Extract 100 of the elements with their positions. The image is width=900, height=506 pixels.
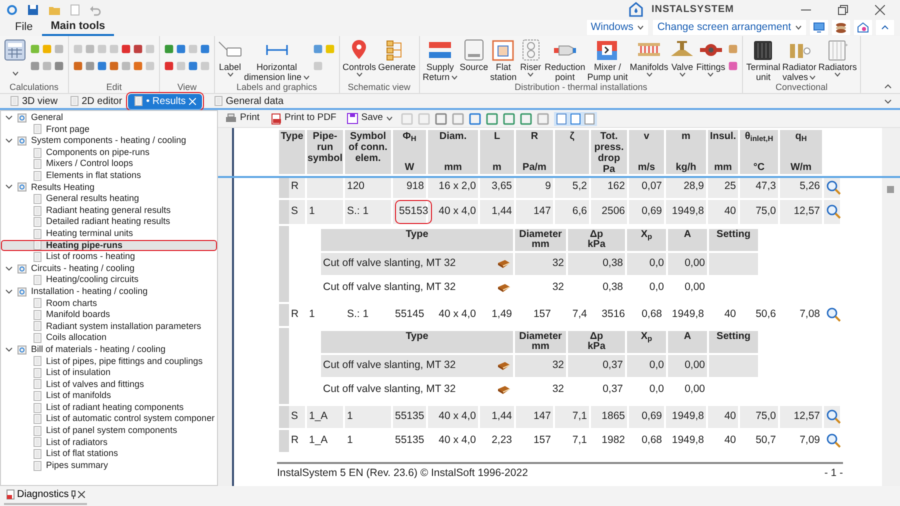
tree-item[interactable]: Elements in flat stations bbox=[1, 170, 217, 182]
page-icon bbox=[33, 426, 42, 436]
chevron-down-icon[interactable] bbox=[884, 98, 892, 104]
tree-item[interactable]: Bill of materials - heating / cooling bbox=[1, 344, 217, 356]
tool-button[interactable]: Terminal unit bbox=[745, 39, 782, 82]
tree-item[interactable]: Front page bbox=[1, 124, 217, 136]
tool-button[interactable]: Supply Return bbox=[422, 39, 459, 82]
tree-item[interactable]: General results heating bbox=[1, 193, 217, 205]
layers-button[interactable] bbox=[832, 20, 850, 35]
tree-item[interactable]: List of valves and fittings bbox=[1, 378, 217, 390]
table-cell-text: 7,4 bbox=[571, 306, 588, 322]
chevron-down-icon[interactable] bbox=[5, 114, 13, 122]
chevron-down-icon[interactable] bbox=[5, 288, 13, 296]
dropdown-button[interactable]: Windows bbox=[586, 20, 648, 35]
pdf-icon bbox=[270, 112, 282, 124]
table-cell: 0,69 bbox=[629, 200, 664, 224]
magnifier-icon[interactable] bbox=[826, 433, 841, 448]
house-drop-button[interactable] bbox=[854, 20, 872, 35]
cabinet-icon bbox=[462, 39, 486, 61]
undo-icon[interactable] bbox=[89, 4, 101, 16]
tree-item[interactable]: List of radiant heating components bbox=[1, 402, 217, 414]
tree-item[interactable]: List of manifolds bbox=[1, 390, 217, 402]
column-unit: m/s bbox=[638, 162, 656, 173]
tree-item[interactable]: Coils allocation bbox=[1, 332, 217, 344]
tool-button[interactable]: Reduction point bbox=[544, 39, 586, 82]
tree-item[interactable]: List of insulation bbox=[1, 367, 217, 379]
tree-item[interactable]: Radiant system installation parameters bbox=[1, 320, 217, 332]
tree-item[interactable]: Circuits - heating / cooling bbox=[1, 262, 217, 274]
tool-button[interactable]: Mixer / Pump unit bbox=[586, 39, 629, 82]
tree-item[interactable]: Heating terminal units bbox=[1, 228, 217, 240]
toolbar-button[interactable]: Print bbox=[222, 111, 263, 126]
tool-button[interactable]: Flat station bbox=[489, 39, 518, 82]
tool-button[interactable]: Radiators bbox=[817, 39, 858, 77]
tool-button[interactable]: Radiator valves bbox=[781, 39, 818, 82]
chevron-down-icon[interactable] bbox=[5, 264, 13, 273]
tree-item[interactable]: Components on pipe-runs bbox=[1, 146, 217, 158]
column-name: Diam. bbox=[439, 131, 467, 142]
magnifier-icon[interactable] bbox=[826, 409, 841, 424]
tree-item[interactable]: Heating/cooling circuits bbox=[1, 274, 217, 286]
document-tab[interactable]: 3D view bbox=[4, 94, 64, 108]
tree-item[interactable]: Detailed radiant heating results bbox=[1, 216, 217, 228]
magnifier-icon[interactable] bbox=[826, 204, 841, 220]
tree-item[interactable]: Mixers / Control loops bbox=[1, 158, 217, 170]
square-icon bbox=[73, 44, 83, 54]
column-name: Symbol of conn. elem. bbox=[348, 131, 388, 164]
tool-button[interactable]: Fittings bbox=[695, 39, 726, 77]
toolbar-button[interactable]: Save bbox=[344, 111, 396, 126]
tool-button[interactable]: Source bbox=[458, 39, 490, 72]
pin-icon[interactable] bbox=[70, 490, 76, 499]
tree-item[interactable]: Heating pipe-runs bbox=[1, 240, 217, 252]
tool-button[interactable]: Generate bbox=[377, 39, 417, 72]
page-icon bbox=[33, 437, 42, 448]
magnifier-icon[interactable] bbox=[826, 180, 841, 194]
chevron-down-icon[interactable] bbox=[5, 136, 13, 145]
tree-item[interactable]: List of rooms - heating bbox=[1, 251, 217, 263]
view-toggle-group[interactable] bbox=[554, 112, 597, 126]
tool-button[interactable]: Riser bbox=[518, 39, 544, 77]
save-icon[interactable] bbox=[27, 4, 39, 16]
tree-item[interactable]: Pipes summary bbox=[1, 460, 217, 472]
save-icon bbox=[347, 113, 358, 124]
tree-item[interactable]: List of automatic control system componer bbox=[1, 413, 217, 426]
chevron-down-icon[interactable] bbox=[5, 346, 13, 354]
chevron-up-icon[interactable] bbox=[884, 84, 892, 89]
document-tab[interactable]: • Results bbox=[128, 94, 202, 108]
document-tab[interactable]: General data bbox=[208, 94, 290, 108]
tree-item[interactable]: Results Heating bbox=[1, 182, 217, 194]
panel-tab[interactable]: Diagnostics bbox=[4, 487, 87, 505]
square-icon bbox=[109, 61, 119, 71]
magnifier-icon[interactable] bbox=[826, 307, 841, 322]
column-name: R bbox=[530, 131, 538, 142]
tool-button[interactable]: Horizontal dimension line bbox=[243, 39, 311, 82]
tree-item[interactable]: Radiant heating general results bbox=[1, 204, 217, 216]
tree-item[interactable]: General bbox=[1, 112, 217, 124]
monitor-button[interactable] bbox=[810, 20, 828, 35]
tree-item[interactable]: System components - heating / cooling bbox=[1, 135, 217, 147]
tool-button[interactable]: Controls bbox=[342, 39, 378, 77]
refresh-icon[interactable] bbox=[6, 4, 18, 16]
tree-item[interactable]: List of panel system components bbox=[1, 425, 217, 437]
chevron-down-icon[interactable] bbox=[5, 183, 13, 192]
tree-item[interactable]: List of pipes, pipe fittings and couplings bbox=[1, 355, 217, 368]
tree-item[interactable]: Installation - heating / cooling bbox=[1, 286, 217, 298]
tool-button[interactable]: Valve bbox=[669, 39, 696, 77]
tree-item[interactable]: List of radiators bbox=[1, 436, 217, 448]
tool-button[interactable]: Manifolds bbox=[628, 39, 670, 77]
page-icon[interactable] bbox=[70, 4, 80, 16]
tree-item[interactable]: Room charts bbox=[1, 298, 217, 310]
table-cell-text: 1,49 bbox=[490, 306, 513, 322]
table-cell-text: 1 bbox=[308, 306, 316, 322]
collapse-button[interactable] bbox=[876, 20, 894, 35]
column-name: A bbox=[684, 230, 692, 240]
tree-item[interactable]: Manifold boards bbox=[1, 309, 217, 321]
ribbon-tab[interactable]: File bbox=[6, 19, 42, 36]
tool-button[interactable]: Label bbox=[217, 39, 243, 77]
toolbar-button[interactable]: Print to PDF bbox=[268, 111, 340, 126]
calculator-button[interactable] bbox=[2, 39, 28, 76]
dropdown-button[interactable]: Change screen arrangement bbox=[653, 20, 806, 35]
close-icon[interactable] bbox=[78, 491, 85, 498]
table-cell: 918 bbox=[393, 178, 426, 198]
scrollbar-thumb[interactable] bbox=[887, 186, 894, 193]
tree-item[interactable]: List of flat stations bbox=[1, 448, 217, 460]
